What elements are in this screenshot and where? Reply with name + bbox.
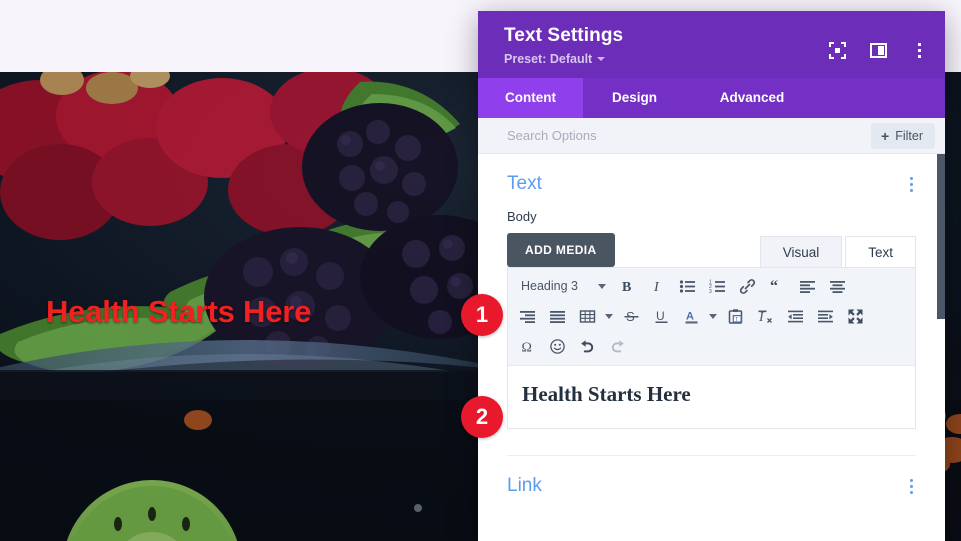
align-left-icon[interactable] — [792, 272, 822, 300]
text-section-title: Text — [507, 173, 542, 194]
paste-as-text-icon[interactable]: T — [720, 302, 750, 330]
plus-icon: + — [881, 127, 890, 144]
table-dropdown-caret-icon[interactable] — [602, 313, 616, 319]
modal-header: Text Settings Preset: Default — [478, 11, 945, 78]
text-color-dropdown-caret-icon[interactable] — [706, 313, 720, 319]
clear-formatting-icon[interactable]: I — [750, 302, 780, 330]
toolbar-row-1: Heading 3 B I 1 2 3 “ — [512, 271, 911, 301]
strikethrough-icon[interactable]: S — [616, 302, 646, 330]
underline-icon[interactable]: U — [646, 302, 676, 330]
modal-tabs: Content Design Advanced — [478, 78, 945, 118]
chevron-down-icon — [598, 283, 606, 289]
add-media-button[interactable]: ADD MEDIA — [507, 233, 615, 267]
svg-text:I: I — [758, 310, 765, 325]
svg-text:“: “ — [770, 278, 778, 295]
link-section: Link — [478, 456, 945, 511]
editor-top-bar: ADD MEDIA Visual Text — [507, 233, 916, 267]
screen-root: Health Starts Here Text Settings Preset:… — [0, 0, 961, 541]
tab-content[interactable]: Content — [478, 78, 583, 118]
emoji-icon[interactable] — [542, 332, 572, 360]
align-center-icon[interactable] — [822, 272, 852, 300]
link-section-header[interactable]: Link — [507, 456, 916, 511]
outdent-icon[interactable] — [780, 302, 810, 330]
link-section-kebab-icon[interactable] — [907, 476, 916, 497]
text-section-kebab-icon[interactable] — [907, 174, 916, 195]
filter-button-label: Filter — [895, 128, 923, 143]
blockquote-icon[interactable]: “ — [762, 272, 792, 300]
editor-heading-text: Health Starts Here — [522, 382, 691, 406]
editor-mode-tabs: Visual Text — [759, 236, 916, 267]
table-icon[interactable] — [572, 302, 602, 330]
svg-text:3: 3 — [709, 288, 712, 294]
undo-icon[interactable] — [572, 332, 602, 360]
svg-text:A: A — [686, 310, 694, 322]
format-select[interactable]: Heading 3 — [512, 273, 612, 299]
text-color-icon[interactable]: A — [676, 302, 706, 330]
body-field-label: Body — [507, 209, 537, 224]
text-section: Text Body ADD MEDIA Visual Text Heading … — [478, 154, 945, 456]
step-badge-1: 1 — [461, 294, 503, 336]
modal-scrollbar-thumb[interactable] — [937, 154, 945, 319]
modal-header-actions — [828, 41, 929, 60]
svg-text:B: B — [622, 280, 631, 295]
preset-label: Preset: Default — [504, 52, 593, 66]
tab-visual[interactable]: Visual — [759, 236, 843, 267]
tab-advanced[interactable]: Advanced — [686, 78, 818, 118]
layout-panel-icon[interactable] — [869, 41, 888, 60]
text-settings-modal: Text Settings Preset: Default Content De… — [478, 11, 945, 541]
svg-text:Ω: Ω — [521, 340, 531, 355]
toolbar-row-2: S U A T I — [512, 301, 911, 331]
kebab-menu-icon[interactable] — [910, 41, 929, 60]
align-justify-icon[interactable] — [542, 302, 572, 330]
caret-down-icon — [597, 57, 606, 61]
focus-target-icon[interactable] — [828, 41, 847, 60]
redo-icon[interactable] — [602, 332, 632, 360]
special-character-icon[interactable]: Ω — [512, 332, 542, 360]
link-section-title: Link — [507, 475, 542, 496]
filter-button[interactable]: + Filter — [871, 122, 935, 149]
wysiwyg-toolbar: Heading 3 B I 1 2 3 “ S U A T I Ω — [508, 268, 915, 366]
text-section-header: Text — [507, 154, 916, 209]
svg-text:I: I — [653, 280, 660, 295]
svg-text:U: U — [656, 309, 665, 323]
wysiwyg-editor: Heading 3 B I 1 2 3 “ S U A T I Ω Health… — [507, 267, 916, 429]
tab-design[interactable]: Design — [583, 78, 686, 118]
editor-content-area[interactable]: Health Starts Here — [508, 366, 915, 428]
align-right-icon[interactable] — [512, 302, 542, 330]
search-input[interactable] — [507, 128, 807, 143]
fullscreen-icon[interactable] — [840, 302, 870, 330]
numbered-list-icon[interactable]: 123 — [702, 272, 732, 300]
format-select-value: Heading 3 — [521, 279, 578, 293]
toolbar-row-3: Ω — [512, 331, 911, 361]
modal-scroll-body: Text Body ADD MEDIA Visual Text Heading … — [478, 154, 945, 541]
hero-heading: Health Starts Here — [46, 294, 312, 329]
bulleted-list-icon[interactable] — [672, 272, 702, 300]
link-icon[interactable] — [732, 272, 762, 300]
modal-scrollbar-track[interactable] — [937, 154, 945, 541]
bold-icon[interactable]: B — [612, 272, 642, 300]
tab-text[interactable]: Text — [845, 236, 916, 267]
search-bar: + Filter — [478, 118, 945, 154]
step-badge-2: 2 — [461, 396, 503, 438]
italic-icon[interactable]: I — [642, 272, 672, 300]
indent-icon[interactable] — [810, 302, 840, 330]
